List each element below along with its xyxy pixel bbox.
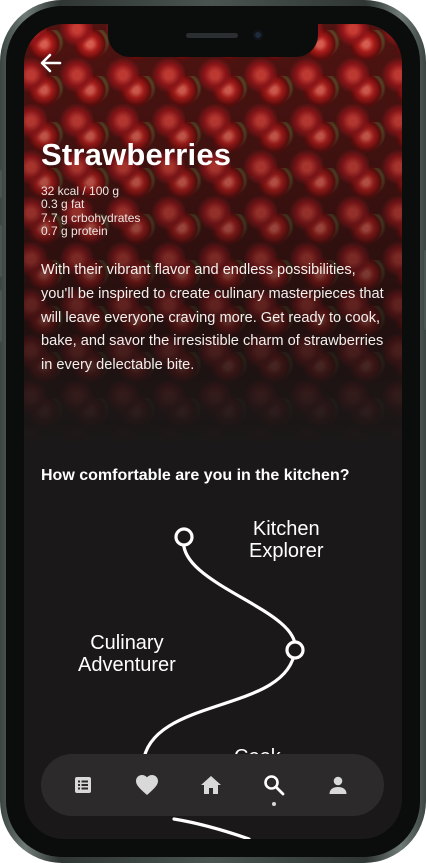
level-label-line: Kitchen [252, 518, 320, 540]
profile-icon [329, 776, 347, 794]
nav-item-recipes[interactable] [64, 766, 102, 804]
phone-side-button [0, 170, 2, 198]
nav-item-profile[interactable] [319, 766, 357, 804]
phone-volume-down-button [0, 290, 2, 342]
level-label-culinary-adventurer[interactable]: Culinary Adventurer [78, 632, 176, 676]
list-icon [75, 777, 91, 793]
search-icon [264, 775, 285, 796]
home-icon [201, 776, 221, 794]
nav-item-search[interactable] [255, 766, 293, 806]
active-indicator-dot [272, 802, 276, 806]
heart-icon [136, 775, 158, 795]
nav-item-home[interactable] [192, 766, 230, 804]
level-node-kitchen-explorer[interactable] [174, 527, 194, 547]
level-label-line: Culinary [90, 632, 164, 654]
level-label-kitchen-explorer[interactable]: Kitchen Explorer [249, 518, 323, 562]
phone-frame: Strawberries 32 kcal / 100 g 0.3 g fat 7… [0, 0, 426, 863]
skill-path [141, 527, 305, 839]
skill-path-line-lower [172, 817, 251, 839]
bottom-navigation [41, 754, 384, 816]
level-label-line: Explorer [249, 540, 324, 562]
level-node-culinary-adventurer[interactable] [285, 640, 305, 660]
app-screen: Strawberries 32 kcal / 100 g 0.3 g fat 7… [24, 24, 402, 839]
phone-volume-up-button [0, 225, 2, 277]
level-label-line: Adventurer [78, 654, 176, 676]
nav-item-favorites[interactable] [128, 766, 166, 804]
